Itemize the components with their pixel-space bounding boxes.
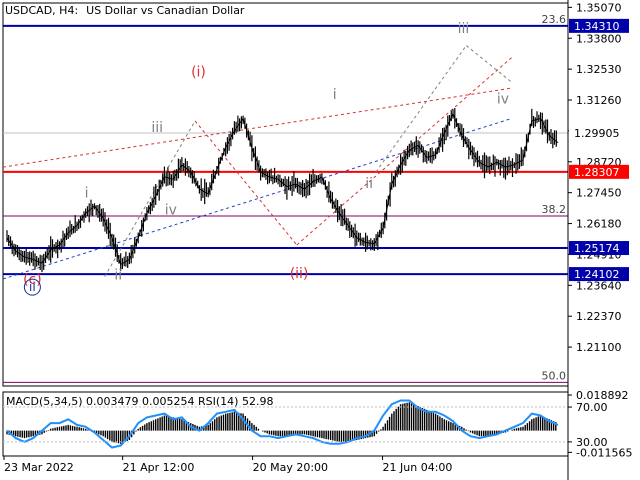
price-tick-label-2: 1.32530 (576, 63, 622, 76)
date-tick-label-3: 21 Jun 04:00 (383, 461, 453, 474)
price-tick-label-10: 1.22370 (576, 310, 622, 323)
symbol-description: US Dollar vs Canadian Dollar (86, 4, 245, 17)
price-tick-label-0: 1.35070 (576, 1, 622, 14)
macd-tick-label-3: -0.011565 (576, 446, 632, 459)
fib-label-2: 50.0 (542, 369, 567, 382)
chart-title: USDCAD, H4: US Dollar vs Canadian Dollar (5, 4, 252, 17)
wave-label-0: (i) (191, 65, 206, 81)
fib-label-0: 23.6 (542, 13, 567, 26)
macd-tick-label-1: 70.00 (576, 401, 608, 414)
wave-label-1: (ii) (290, 266, 309, 282)
price-tick-label-6: 1.27450 (576, 187, 622, 200)
wave-label-4: iv (165, 203, 177, 219)
symbol-label: USDCAD, H4: (5, 4, 79, 17)
price-tick-label-3: 1.31260 (576, 94, 622, 107)
level-tag-0-text: 1.34310 (574, 20, 620, 33)
current-price-tag-text: 1.29905 (574, 127, 620, 140)
chart-background (0, 0, 640, 480)
wave-label-7: i (333, 87, 337, 103)
wave-label-8: ii (365, 176, 373, 192)
price-tick-label-7: 1.26180 (576, 218, 622, 231)
level-tag-2-text: 1.25174 (574, 242, 620, 255)
level-tag-1-text: 1.28307 (574, 166, 620, 179)
circled-wave-label: ii (29, 280, 36, 294)
price-tick-label-9: 1.23640 (576, 279, 622, 292)
date-tick-label-0: 23 Mar 2022 (4, 461, 74, 474)
date-tick-label-1: 21 Apr 12:00 (123, 461, 195, 474)
wave-label-9: iii (458, 21, 470, 37)
price-tick-label-1: 1.33800 (576, 32, 622, 45)
date-tick-label-2: 20 May 20:00 (253, 461, 328, 474)
wave-label-10: iv (497, 91, 509, 107)
chart-canvas: 23.638.250.0(i)(ii)(c)iiiiviiiiiiiiiivii… (0, 0, 640, 480)
fib-label-1: 38.2 (542, 203, 567, 216)
wave-label-6: ii (114, 268, 122, 284)
price-tick-label-11: 1.21100 (576, 341, 622, 354)
wave-label-3: iii (151, 120, 163, 136)
macd-label: MACD(5,34,5) 0.003479 0.005254 RSI(14) 5… (6, 395, 273, 408)
level-tag-3-text: 1.24102 (574, 268, 620, 281)
wave-label-5: i (85, 185, 89, 201)
